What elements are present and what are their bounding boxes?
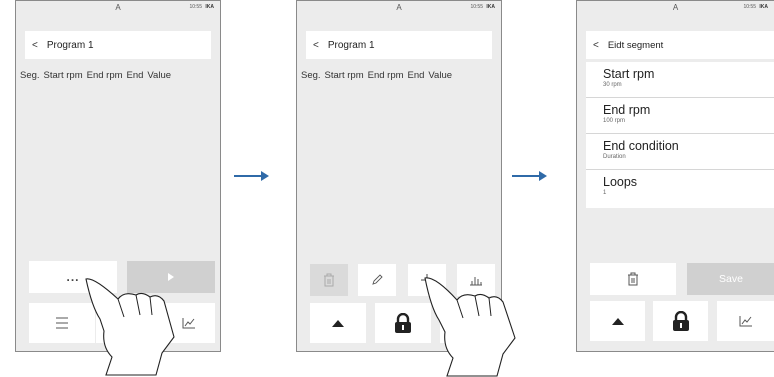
status-bar: A 10:55 IKA [16,3,220,15]
save-button[interactable]: Save [687,263,774,295]
column-header: Start rpm [324,70,364,81]
column-header: Seg. [20,70,40,81]
chevron-left-icon[interactable]: < [593,40,599,51]
chart-button[interactable] [163,303,215,343]
field-start-rpm[interactable]: Start rpm 30 rpm [586,62,774,98]
title-bar[interactable]: < Eidt segment [586,31,774,59]
chart-icon [739,316,752,327]
bar-chart-icon [470,277,482,286]
column-header: End rpm [367,70,404,81]
chevron-left-icon[interactable]: < [32,40,38,51]
lock-button[interactable] [375,303,431,343]
column-headers: Seg. Start rpm End rpm End Value [20,70,216,81]
column-header: Seg. [301,70,321,81]
status-time: 10:55 [743,4,756,10]
chevron-left-icon[interactable]: < [313,40,319,51]
screen-edit-segment: A 10:55 IKA < Eidt segment Start rpm 30 … [576,0,774,352]
chart-icon [182,318,195,329]
more-options-button[interactable]: ... [29,261,117,293]
graph-button[interactable] [457,264,495,296]
more-options-label: ... [66,270,80,284]
field-end-condition[interactable]: End condition Duration [586,134,774,170]
chart-button[interactable] [717,301,774,341]
title-bar[interactable]: < Program 1 [306,31,492,59]
page-title: Eidt segment [607,39,664,51]
lock-button[interactable] [653,301,708,341]
screen-program-list-2: A 10:55 IKA < Program 1 Seg. Start rpm E… [296,0,502,352]
add-segment-button[interactable] [408,264,446,296]
lock-icon [672,311,689,331]
brand-logo: IKA [759,4,768,10]
status-time: 10:55 [470,4,483,10]
flow-arrow [234,171,269,181]
pencil-icon [372,274,383,285]
play-button[interactable] [127,261,215,293]
plus-icon [421,274,433,286]
field-value: 30 rpm [603,82,622,88]
home-button[interactable] [96,303,162,343]
home-icon [611,318,624,325]
column-header: End [407,70,425,81]
field-label: Start rpm [603,67,655,81]
field-end-rpm[interactable]: End rpm 100 rpm [586,98,774,134]
field-value: Duration [603,154,626,160]
lock-icon [395,313,411,333]
home-button[interactable] [310,303,366,343]
delete-button[interactable] [590,263,676,295]
trash-icon [324,273,334,287]
home-button[interactable] [590,301,645,341]
field-label: End rpm [603,103,651,117]
column-header: End rpm [86,70,123,81]
play-icon [168,273,174,281]
field-value: 1 [603,190,607,196]
brand-logo: IKA [486,4,495,10]
field-label: End condition [603,139,679,153]
save-label: Save [719,273,743,285]
column-header: Value [147,70,172,81]
delete-button[interactable] [310,264,348,296]
column-headers: Seg. Start rpm End rpm End Value [301,70,497,81]
field-value: 100 rpm [603,118,626,124]
column-header: End [126,70,144,81]
flow-arrow [512,171,547,181]
field-loops[interactable]: Loops 1 [586,170,774,206]
screen-program-list-1: A 10:55 IKA < Program 1 Seg. Start rpm E… [15,0,221,352]
edit-button[interactable] [358,264,396,296]
chart-button[interactable] [440,303,496,343]
field-label: Loops [603,175,638,189]
menu-button[interactable] [29,303,95,343]
status-time: 10:55 [189,4,202,10]
menu-icon [56,317,68,329]
trash-icon [628,272,638,286]
column-header: Value [428,70,453,81]
title-bar[interactable]: < Program 1 [25,31,211,59]
page-title: Program 1 [46,39,94,51]
brand-logo: IKA [205,4,214,10]
home-icon [332,320,344,327]
column-header: Start rpm [43,70,83,81]
page-title: Program 1 [327,39,375,51]
status-bar: A 10:55 IKA [577,3,774,15]
segment-fields: Start rpm 30 rpm End rpm 100 rpm End con… [586,62,774,208]
status-bar: A 10:55 IKA [297,3,501,15]
